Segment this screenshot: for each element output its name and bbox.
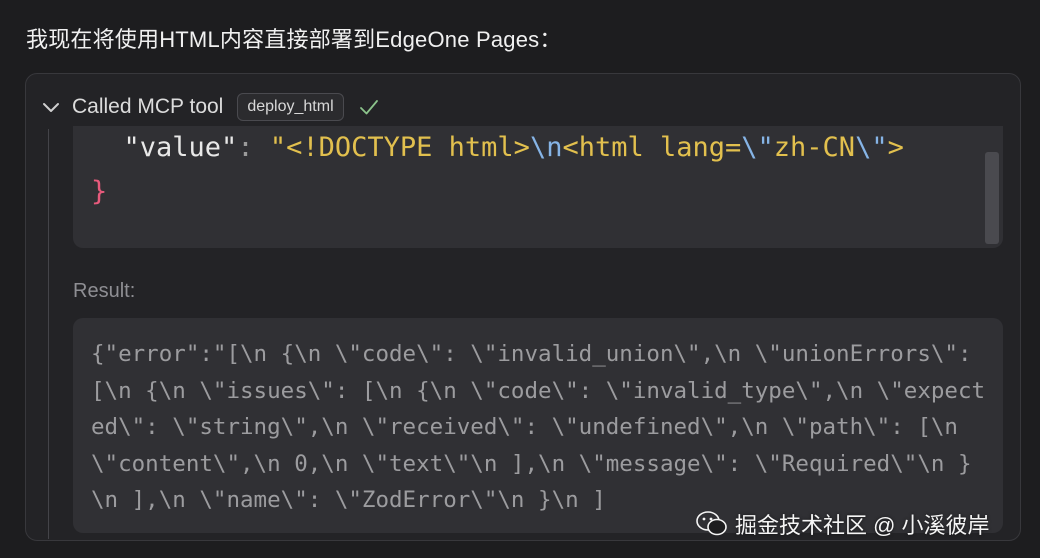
- thread-line: [48, 129, 49, 539]
- chevron-down-icon[interactable]: [40, 96, 62, 118]
- code-escape-newline: \n: [529, 132, 563, 163]
- assistant-message: 我现在将使用HTML内容直接部署到EdgeOne Pages：: [26, 27, 562, 52]
- code-colon: :: [237, 132, 270, 163]
- code-closing-brace: }: [91, 176, 108, 207]
- code-block[interactable]: "value": "<!DOCTYPE html>\n<html lang=\"…: [73, 126, 1003, 248]
- result-block[interactable]: {"error":"[\n {\n \"code\": \"invalid_un…: [73, 318, 1003, 533]
- code-close: >: [887, 132, 904, 163]
- tool-call-header[interactable]: Called MCP tool deploy_html: [40, 92, 380, 122]
- tool-name-badge: deploy_html: [237, 93, 344, 121]
- code-lang: zh-CN: [773, 132, 856, 163]
- tool-call-panel: Called MCP tool deploy_html "value": "<!…: [25, 73, 1021, 541]
- scrollbar-thumb[interactable]: [985, 152, 999, 244]
- code-escape-quote: \": [855, 132, 888, 163]
- tool-call-title: Called MCP tool: [72, 95, 224, 118]
- watermark-text: 掘金技术社区 @ 小溪彼岸: [735, 513, 990, 538]
- code-text: "value": "<!DOCTYPE html>\n<html lang=\"…: [91, 126, 904, 214]
- wechat-icon: [696, 511, 727, 536]
- code-doctype: <!DOCTYPE html>: [286, 132, 530, 163]
- check-icon: [359, 100, 378, 115]
- result-label: Result:: [73, 280, 136, 302]
- code-html-open: <html lang=: [562, 132, 742, 163]
- watermark: 掘金技术社区 @ 小溪彼岸: [695, 508, 990, 540]
- code-quote: ": [269, 132, 287, 163]
- code-escape-quote: \": [741, 132, 774, 163]
- result-text: {"error":"[\n {\n \"code\": \"invalid_un…: [91, 341, 986, 513]
- code-key: "value": [123, 132, 238, 163]
